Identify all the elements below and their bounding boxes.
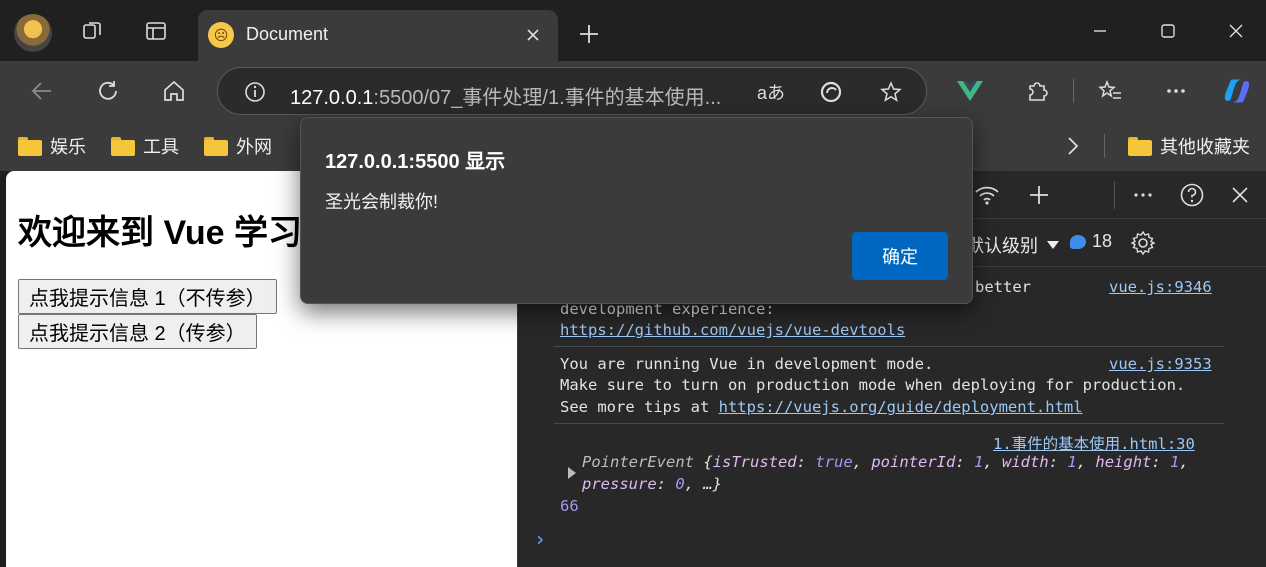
other-favorites-label: 其他收藏夹 [1160, 137, 1250, 157]
workspaces-icon[interactable] [79, 17, 107, 45]
other-favorites-folder[interactable]: 其他收藏夹 [1128, 133, 1250, 159]
expand-triangle-icon[interactable] [568, 467, 576, 479]
console-source-link[interactable]: vue.js:9346 [1109, 278, 1212, 296]
vue-devtools-icon[interactable] [955, 76, 985, 106]
favorite-folder-label: 工具 [143, 137, 179, 157]
close-tab-icon[interactable] [522, 24, 544, 46]
object-key: height [1095, 453, 1152, 471]
favorite-folder[interactable]: 外网 [204, 133, 272, 159]
dialog-message: 圣光会制裁你! [325, 192, 439, 212]
edge-app-icon[interactable] [816, 77, 846, 107]
object-key: pointerId [871, 453, 956, 471]
close-window-icon[interactable] [1221, 17, 1251, 45]
new-tab-icon[interactable] [575, 20, 603, 48]
tab-favicon-icon: ☹ [208, 22, 234, 48]
read-aloud-icon[interactable]: aあ [756, 77, 786, 107]
folder-icon [204, 136, 228, 156]
object-value: 1 [1170, 453, 1180, 471]
title-bar: ☹ Document [0, 0, 1266, 61]
url-text[interactable]: 127.0.0.1:5500/07_事件处理/1.事件的基本使用... [290, 81, 721, 110]
console-text: better [975, 278, 1031, 296]
page-heading: 欢迎来到 Vue 学习 [18, 214, 302, 252]
console-settings-icon[interactable] [1129, 229, 1157, 257]
object-value: 0 [675, 475, 685, 493]
issues-counter[interactable]: 18 [1070, 231, 1112, 252]
console-separator [554, 423, 1224, 424]
address-bar[interactable]: 127.0.0.1:5500/07_事件处理/1.事件的基本使用... aあ [217, 67, 927, 115]
object-type: PointerEvent [582, 453, 694, 471]
console-object-preview-cont: pressure: 0, …} [582, 475, 722, 493]
console-number-output: 66 [560, 497, 579, 515]
issues-count: 18 [1092, 231, 1113, 251]
alert-no-arg-button[interactable]: 点我提示信息 1（不传参） [18, 279, 277, 314]
favorite-folder-label: 外网 [236, 137, 272, 157]
object-value: 1 [974, 453, 984, 471]
object-key: pressure [582, 475, 657, 493]
devtools-more-icon[interactable] [1129, 181, 1157, 209]
refresh-icon[interactable] [93, 76, 123, 106]
folder-icon [111, 136, 135, 156]
favbar-divider [1104, 134, 1105, 158]
devtools-divider [1114, 181, 1115, 209]
log-level-dropdown[interactable]: 默认级别 [966, 232, 1060, 258]
copilot-icon[interactable] [1222, 76, 1252, 106]
favorites-icon[interactable] [1095, 76, 1125, 106]
folder-icon [1128, 136, 1152, 156]
toolbar-divider [1073, 79, 1074, 103]
network-conditions-icon[interactable] [973, 181, 1001, 209]
console-text: Make sure to turn on production mode whe… [560, 376, 1186, 394]
home-icon[interactable] [159, 76, 189, 106]
console-text-prefix: See more tips at [560, 398, 719, 416]
console-text: You are running Vue in development mode. [560, 355, 934, 373]
favorite-folder[interactable]: 工具 [111, 133, 179, 159]
back-icon[interactable] [27, 76, 57, 106]
tab-title: Document [246, 24, 329, 44]
extensions-icon[interactable] [1022, 76, 1052, 106]
alert-with-arg-button[interactable]: 点我提示信息 2（传参） [18, 314, 257, 349]
dialog-title: 127.0.0.1:5500 显示 [325, 151, 506, 173]
read-aloud-label: aあ [756, 83, 785, 103]
object-key: width [1002, 453, 1049, 471]
console-source-link[interactable]: 1.事件的基本使用.html:30 [993, 432, 1195, 454]
alert-dialog: 127.0.0.1:5500 显示 圣光会制裁你! 确定 [300, 117, 973, 304]
console-source-link[interactable]: vue.js:9353 [1109, 355, 1212, 373]
chevron-down-icon [1047, 241, 1059, 249]
favorite-star-icon[interactable] [876, 77, 906, 107]
chevron-right-icon[interactable] [1063, 134, 1083, 163]
help-icon[interactable] [1178, 181, 1206, 209]
ok-button[interactable]: 确定 [852, 232, 948, 280]
console-text: See more tips at https://vuejs.org/guide… [560, 398, 1083, 416]
folder-icon [18, 136, 42, 156]
favorite-folder[interactable]: 娱乐 [18, 133, 86, 159]
tab-document[interactable]: ☹ Document [198, 10, 558, 61]
issues-icon [1070, 234, 1086, 249]
object-value: 1 [1067, 453, 1077, 471]
more-options-icon[interactable] [1161, 76, 1191, 106]
close-devtools-icon[interactable] [1226, 181, 1254, 209]
log-level-label: 默认级别 [966, 236, 1038, 256]
maximize-icon[interactable] [1153, 17, 1183, 45]
add-tool-icon[interactable] [1025, 181, 1053, 209]
url-path: :5500/07_事件处理/1.事件的基本使用... [373, 87, 722, 109]
object-value: true [815, 453, 853, 471]
console-url-link[interactable]: https://vuejs.org/guide/deployment.html [719, 398, 1083, 416]
favorite-folder-label: 娱乐 [50, 137, 86, 157]
vertical-tabs-icon[interactable] [142, 17, 170, 45]
object-key: isTrusted [712, 453, 797, 471]
console-object-preview[interactable]: PointerEvent {isTrusted: true, pointerId… [582, 453, 1189, 471]
console-prompt-icon[interactable]: › [534, 527, 546, 551]
console-separator [554, 346, 1224, 347]
minimize-icon[interactable] [1085, 17, 1115, 45]
navigation-bar: 127.0.0.1:5500/07_事件处理/1.事件的基本使用... aあ [0, 61, 1266, 121]
profile-avatar[interactable] [14, 14, 52, 52]
site-info-icon[interactable] [240, 77, 270, 107]
url-host: 127.0.0.1 [290, 87, 374, 109]
console-url-link[interactable]: https://github.com/vuejs/vue-devtools [560, 321, 905, 339]
